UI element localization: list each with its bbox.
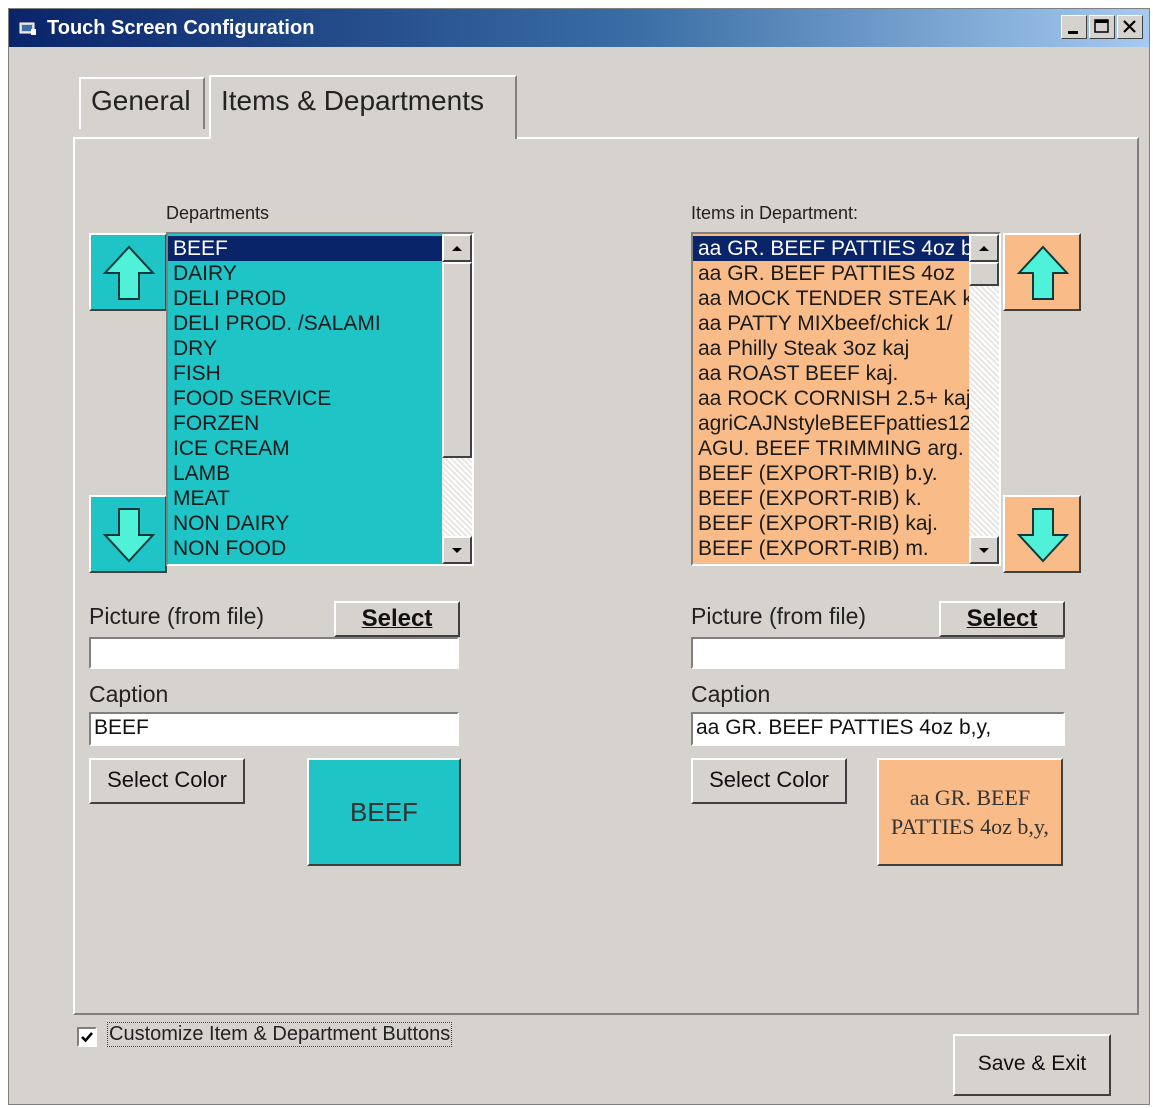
list-item[interactable]: LAMB [168,461,442,486]
scroll-down-icon [452,548,462,553]
dept-picture-label: Picture (from file) [89,603,265,629]
scroll-thumb[interactable] [969,262,999,286]
list-item[interactable]: FISH [168,361,442,386]
dept-select-picture-button[interactable]: Select [334,601,460,637]
touch-screen-config-window: Touch Screen Configuration General Items… [8,8,1150,1105]
departments-scrollbar[interactable] [442,234,472,564]
scroll-up-icon [452,246,462,251]
arrow-up-icon [102,245,156,300]
save-exit-button[interactable]: Save & Exit [953,1034,1111,1096]
scroll-up-button[interactable] [969,234,999,262]
tab-items-departments[interactable]: Items & Departments [209,75,517,139]
arrow-down-icon [102,508,156,563]
list-item[interactable]: BEEF (EXPORT-RIB) m. [693,536,969,561]
list-item[interactable]: DELI PROD [168,286,442,311]
app-icon [19,22,36,35]
list-item[interactable]: BEEF (EXPORT-RIB) b.y. [693,461,969,486]
item-select-color-button[interactable]: Select Color [691,758,847,804]
dept-button-preview-text: BEEF [350,796,418,827]
departments-label: Departments [166,203,270,223]
list-item[interactable]: aa GR. BEEF PATTIES 4oz [693,261,969,286]
minimize-icon [1068,31,1078,34]
item-picture-path-input[interactable] [691,637,1065,669]
list-item[interactable]: DAIRY [168,261,442,286]
item-move-down-button[interactable] [1003,495,1081,573]
dept-caption-label: Caption [89,681,169,707]
list-item[interactable]: BEEF (EXPORT-RIB) kaj. [693,511,969,536]
items-label: Items in Department: [691,203,859,223]
scroll-up-icon [979,246,989,251]
item-select-picture-button[interactable]: Select [939,601,1065,637]
window-title: Touch Screen Configuration [47,17,315,39]
list-item[interactable]: DRY [168,336,442,361]
scroll-down-button[interactable] [969,536,999,564]
list-item[interactable]: DELI PROD. /SALAMI [168,311,442,336]
list-item[interactable]: aa ROCK CORNISH 2.5+ kaj [693,386,969,411]
minimize-button[interactable] [1061,15,1087,39]
item-button-preview[interactable]: aa GR. BEEF PATTIES 4oz b,y, [877,758,1063,866]
items-list-items: aa GR. BEEF PATTIES 4oz b,y, aa GR. BEEF … [693,234,969,564]
customize-checkbox[interactable] [77,1027,97,1047]
list-item[interactable]: NON FOOD [168,536,442,561]
department-move-up-button[interactable] [89,233,167,311]
item-move-up-button[interactable] [1003,233,1081,311]
arrow-down-icon [1016,508,1070,563]
customize-checkbox-label[interactable]: Customize Item & Department Buttons [107,1022,453,1047]
arrow-up-icon [1016,245,1070,300]
dept-caption-input[interactable]: BEEF [89,712,459,746]
list-item[interactable]: aa GR. BEEF PATTIES 4oz b,y, [693,236,969,261]
checkmark-icon [81,1032,93,1043]
item-caption-label: Caption [691,681,771,707]
title-bar[interactable]: Touch Screen Configuration [9,9,1149,47]
dept-select-picture-label: Select [361,605,433,632]
scroll-up-button[interactable] [442,234,472,262]
dept-select-color-button[interactable]: Select Color [89,758,245,804]
departments-list[interactable]: BEEF DAIRY DELI PROD DELI PROD. /SALAMI DRY F… [166,232,474,566]
list-item[interactable]: BEEF (EXPORT-RIB) k. [693,486,969,511]
list-item[interactable]: FOOD SERVICE [168,386,442,411]
list-item[interactable]: NON DAIRY [168,511,442,536]
close-icon [1123,20,1136,33]
scroll-thumb[interactable] [442,262,472,458]
list-item[interactable]: aa Philly Steak 3oz kaj [693,336,969,361]
tab-general[interactable]: General [79,77,205,129]
dept-picture-path-input[interactable] [89,637,459,669]
list-item[interactable]: AGU. BEEF TRIMMING arg. [693,436,969,461]
item-button-preview-text: aa GR. BEEF PATTIES 4oz b,y, [891,785,1049,839]
dept-button-preview[interactable]: BEEF [307,758,461,866]
list-item[interactable]: agriCAJNstyleBEEFpatties12/ [693,411,969,436]
maximize-button[interactable] [1089,15,1115,39]
close-button[interactable] [1117,15,1143,39]
list-item[interactable]: aa ROAST BEEF kaj. [693,361,969,386]
items-list[interactable]: aa GR. BEEF PATTIES 4oz b,y, aa GR. BEEF … [691,232,1001,566]
item-caption-input[interactable]: aa GR. BEEF PATTIES 4oz b,y, [691,712,1065,746]
maximize-icon [1094,19,1109,33]
scroll-down-button[interactable] [442,536,472,564]
list-item[interactable]: ICE CREAM [168,436,442,461]
list-item[interactable]: BEEF [168,236,442,261]
list-item[interactable]: aa PATTY MIXbeef/chick 1/ [693,311,969,336]
tab-items-departments-label: Items & Departments [221,85,484,116]
list-item[interactable]: FORZEN [168,411,442,436]
scroll-down-icon [979,548,989,553]
department-move-down-button[interactable] [89,495,167,573]
list-item[interactable]: aa MOCK TENDER STEAK k [693,286,969,311]
tab-general-label: General [91,85,191,116]
departments-list-items: BEEF DAIRY DELI PROD DELI PROD. /SALAMI DRY F… [168,234,442,564]
items-scrollbar[interactable] [969,234,999,564]
list-item[interactable]: MEAT [168,486,442,511]
item-select-picture-label: Select [966,605,1038,632]
item-picture-label: Picture (from file) [691,603,867,629]
